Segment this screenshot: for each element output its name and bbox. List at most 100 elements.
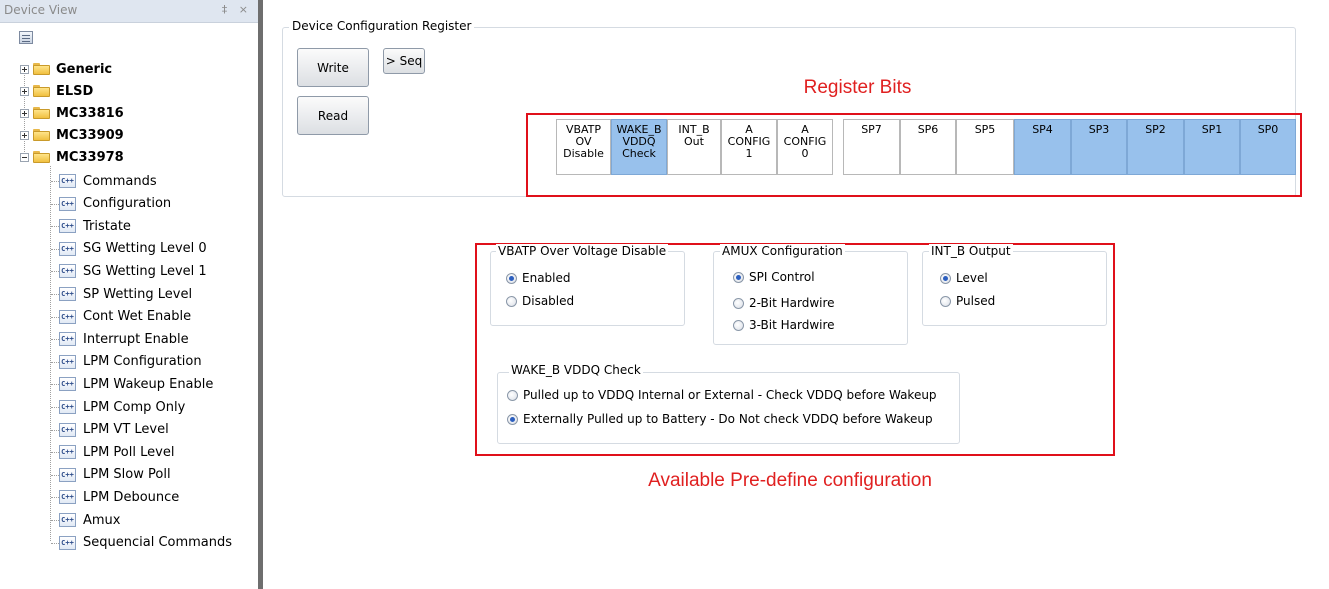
radio-unchecked-icon[interactable]: [940, 295, 951, 307]
write-button[interactable]: Write: [297, 48, 369, 87]
radio-checked-icon[interactable]: [507, 413, 518, 425]
properties-icon[interactable]: [19, 31, 33, 44]
tree-command-item[interactable]: C++ LPM Configuration: [59, 351, 202, 373]
tree-command-item[interactable]: C++ LPM Wakeup Enable: [59, 373, 213, 395]
radio-vbatp-enabled[interactable]: Enabled: [506, 271, 571, 285]
tree-command-item[interactable]: C++ LPM Slow Poll: [59, 464, 171, 486]
register-bit-cell[interactable]: SP3: [1071, 119, 1127, 175]
register-bit-cell[interactable]: INT_B Out: [667, 119, 721, 175]
tree-folder-generic[interactable]: Generic: [20, 58, 112, 80]
radio-label: Disabled: [522, 294, 575, 308]
tree-command-item[interactable]: C++ SG Wetting Level 0: [59, 238, 207, 260]
tree-folder-mc33909[interactable]: MC33909: [20, 124, 124, 146]
register-bit-label: 0: [801, 147, 809, 160]
tree-connector: [51, 181, 59, 183]
register-bit-label: [957, 136, 1013, 148]
radio-amux-3bit-hardwire[interactable]: 3-Bit Hardwire: [733, 318, 835, 332]
tree-command-item[interactable]: C++ LPM Poll Level: [59, 441, 174, 463]
register-bit-label: [1072, 148, 1126, 160]
read-button[interactable]: Read: [297, 96, 369, 135]
panel-splitter[interactable]: [258, 0, 263, 589]
radio-unchecked-icon[interactable]: [506, 295, 517, 307]
radio-wake-b-pulled-up-battery[interactable]: Externally Pulled up to Battery - Do Not…: [507, 412, 933, 426]
expand-icon[interactable]: [20, 86, 29, 96]
expand-icon[interactable]: [20, 64, 29, 74]
register-bit-label: [1015, 136, 1070, 148]
register-bit-label: Check: [622, 147, 656, 160]
command-label: SP Wetting Level: [83, 286, 193, 302]
radio-checked-icon[interactable]: [733, 271, 744, 283]
sequence-button[interactable]: > Seq: [383, 48, 425, 74]
command-icon: C++: [59, 332, 76, 347]
register-bit-cell[interactable]: A CONFIG 1: [721, 119, 777, 175]
radio-vbatp-disabled[interactable]: Disabled: [506, 294, 574, 308]
tree-command-item[interactable]: C++ Cont Wet Enable: [59, 306, 191, 328]
predefined-config-annotation: Available Pre-define configuration: [648, 470, 932, 491]
command-icon: C++: [59, 174, 76, 188]
folder-open-icon: [33, 151, 50, 163]
radio-unchecked-icon[interactable]: [507, 389, 518, 401]
register-bit-label: [901, 136, 955, 148]
tree-command-item[interactable]: C++ Interrupt Enable: [59, 328, 189, 350]
radio-unchecked-icon[interactable]: [733, 297, 744, 309]
command-label: Configuration: [83, 196, 172, 212]
register-bit-cell[interactable]: SP6: [900, 119, 956, 175]
panel-pin-close-icons[interactable]: ‡ ×: [222, 3, 252, 16]
amux-config-title: AMUX Configuration: [720, 244, 845, 258]
register-bit-label: [1128, 136, 1183, 148]
tree-command-item[interactable]: C++ SG Wetting Level 1: [59, 260, 207, 282]
tree-connector: [51, 429, 59, 432]
radio-amux-2bit-hardwire[interactable]: 2-Bit Hardwire: [733, 296, 835, 310]
register-bit-cell[interactable]: VBATP OV Disable: [556, 119, 611, 175]
register-bit-label: [1185, 136, 1239, 148]
radio-amux-spi-control[interactable]: SPI Control: [733, 270, 815, 284]
device-view-panel: Device View ‡ × Generic ELSD MC33816 MC3…: [0, 0, 259, 589]
tree-command-item[interactable]: C++ Commands: [59, 170, 157, 192]
radio-int-b-pulsed[interactable]: Pulsed: [940, 294, 995, 308]
tree-command-item[interactable]: C++ Amux: [59, 509, 121, 531]
register-bit-cell[interactable]: SP1: [1184, 119, 1240, 175]
expand-icon[interactable]: [20, 130, 29, 140]
command-label: Commands: [83, 173, 157, 189]
folder-icon: [33, 85, 50, 97]
folder-label: MC33978: [56, 149, 124, 165]
radio-checked-icon[interactable]: [506, 272, 517, 284]
register-bit-label: SP2: [1145, 123, 1166, 136]
expand-icon[interactable]: [20, 108, 29, 118]
tree-command-item[interactable]: C++ LPM Debounce: [59, 486, 179, 508]
collapse-icon[interactable]: [20, 152, 29, 162]
radio-unchecked-icon[interactable]: [733, 319, 744, 331]
register-bit-cell[interactable]: SP5: [956, 119, 1014, 175]
tree-command-item[interactable]: C++ SP Wetting Level: [59, 283, 192, 305]
tree-folder-mc33816[interactable]: MC33816: [20, 102, 124, 124]
register-bit-cell[interactable]: SP7: [843, 119, 900, 175]
folder-label: MC33816: [56, 105, 124, 121]
command-icon: C++: [59, 219, 76, 234]
tree-command-item[interactable]: C++ Sequencial Commands: [59, 532, 232, 554]
command-label: Sequencial Commands: [83, 535, 233, 551]
register-bit-label: [1185, 148, 1239, 160]
radio-int-b-level[interactable]: Level: [940, 271, 988, 285]
radio-wake-b-pulled-up-vddq[interactable]: Pulled up to VDDQ Internal or External -…: [507, 388, 937, 402]
tree-command-item[interactable]: C++ Tristate: [59, 215, 131, 237]
command-label: SG Wetting Level 0: [83, 241, 207, 257]
tree-folder-mc33978[interactable]: MC33978: [20, 146, 124, 168]
register-bit-cell[interactable]: A CONFIG 0: [777, 119, 833, 175]
radio-label: Level: [956, 271, 988, 285]
tree-folder-elsd[interactable]: ELSD: [20, 80, 93, 102]
tree-command-item[interactable]: C++ LPM Comp Only: [59, 396, 185, 418]
command-label: LPM VT Level: [83, 422, 169, 438]
tree-command-item[interactable]: C++ Configuration: [59, 193, 171, 215]
radio-label: 2-Bit Hardwire: [749, 296, 835, 310]
register-bit-cell[interactable]: SP2: [1127, 119, 1184, 175]
command-label: Cont Wet Enable: [83, 309, 192, 325]
register-bit-cell[interactable]: SP4: [1014, 119, 1071, 175]
tree-command-item[interactable]: C++ LPM VT Level: [59, 419, 169, 441]
command-icon: C++: [59, 377, 76, 392]
radio-label: SPI Control: [749, 270, 815, 284]
radio-checked-icon[interactable]: [940, 272, 951, 284]
register-bit-cell[interactable]: WAKE_B VDDQ Check: [611, 119, 667, 175]
register-bit-label: [1072, 136, 1126, 148]
register-bit-cell[interactable]: SP0: [1240, 119, 1296, 175]
command-label: Amux: [83, 512, 121, 528]
